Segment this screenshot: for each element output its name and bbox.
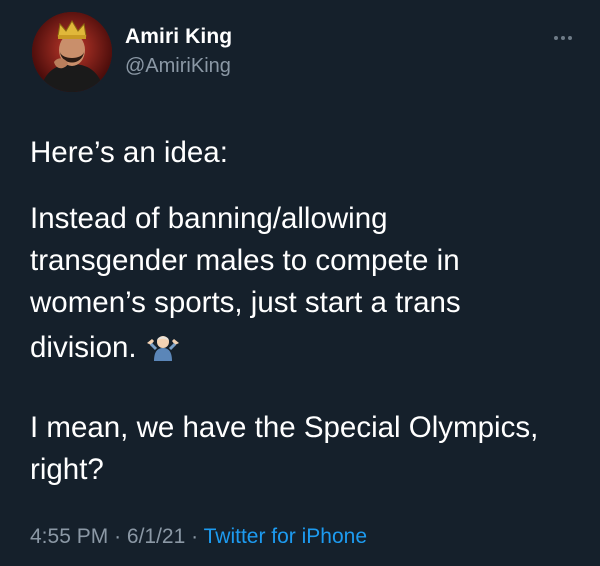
author-display-name[interactable]: Amiri King [125,25,232,49]
tweet-paragraph: I mean, we have the Special Olympics, ri… [30,411,538,491]
tweet-text-line: division. [30,331,137,364]
tweet-text-line-with-emoji: division. [30,327,181,369]
tweet-text-line: Instead of banning/allowing [30,202,388,235]
tweet-meta: 4:55 PM · 6/1/21 · Twitter for iPhone [30,525,367,549]
tweet-text-line: right? [30,453,104,486]
meta-separator: · [114,525,122,548]
author-handle[interactable]: @AmiriKing [125,55,231,78]
tweet-text-line: transgender males to compete in [30,244,460,277]
ellipsis-dot [561,36,565,40]
ellipsis-dot [568,36,572,40]
ellipsis-dot [554,36,558,40]
tweet-card: Amiri King @AmiriKing Here’s an idea: In… [0,0,600,566]
tweet-text-line: women’s sports, just start a trans [30,286,461,319]
tweet-source-link[interactable]: Twitter for iPhone [204,525,367,548]
avatar[interactable] [32,12,112,92]
tweet-paragraph: Instead of banning/allowing transgender … [30,198,461,324]
ellipsis-icon[interactable] [554,30,584,46]
tweet-time[interactable]: 4:55 PM [30,525,108,548]
tweet-text-line: I mean, we have the Special Olympics, [30,411,539,444]
person-shrugging-emoji-icon [145,331,181,361]
tweet-text-line: Here’s an idea: [30,136,228,169]
meta-separator: · [191,525,199,548]
crowned-man-avatar-icon [32,12,112,92]
tweet-date[interactable]: 6/1/21 [127,525,185,548]
